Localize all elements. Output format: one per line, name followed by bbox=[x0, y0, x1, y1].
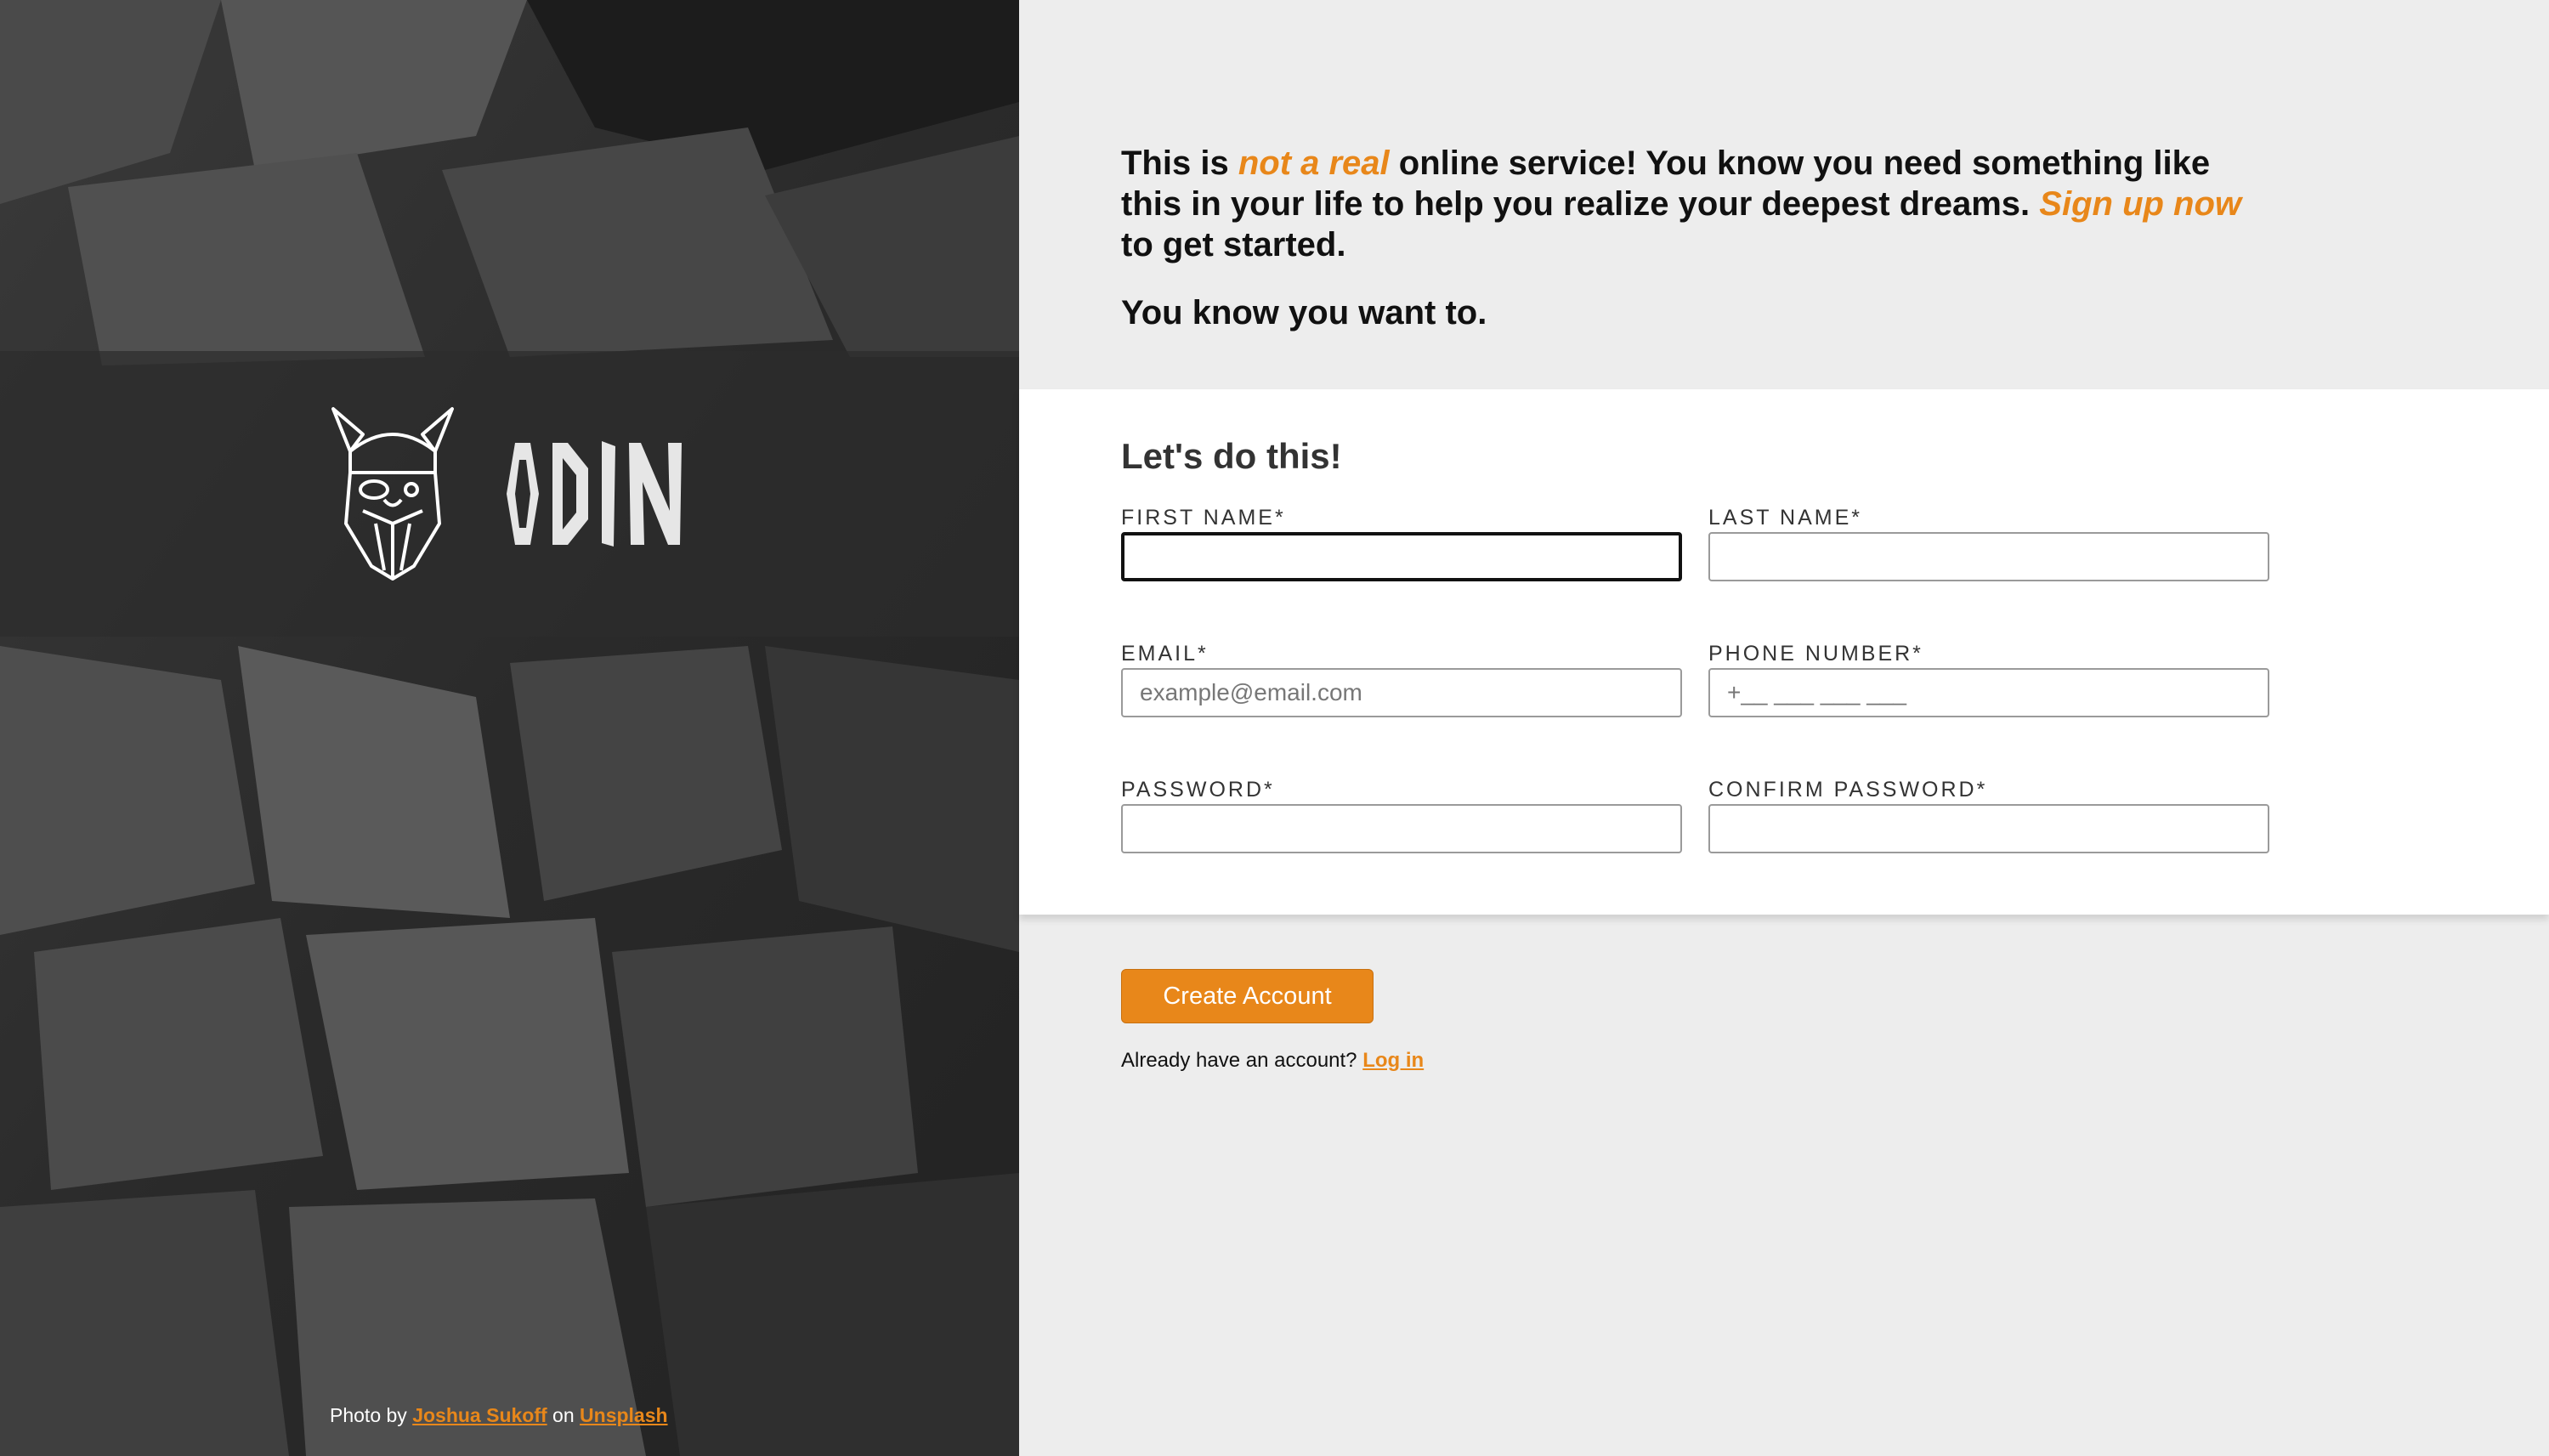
last-name-group: LAST NAME* bbox=[1708, 505, 2269, 581]
email-label: EMAIL* bbox=[1121, 642, 1209, 666]
signup-page: Photo by Joshua Sukoff on Unsplash This … bbox=[0, 0, 2549, 1456]
credit-prefix: Photo by bbox=[330, 1404, 407, 1426]
signup-form-card: Let's do this! FIRST NAME* LAST NAME* EM… bbox=[1019, 389, 2549, 915]
confirm-password-field[interactable] bbox=[1708, 804, 2269, 853]
password-label: PASSWORD* bbox=[1121, 778, 1275, 802]
intro-accent-not-real: not a real bbox=[1238, 144, 1390, 182]
last-name-label: LAST NAME* bbox=[1708, 506, 1862, 530]
phone-label: PHONE NUMBER* bbox=[1708, 642, 1923, 666]
odin-wordmark bbox=[506, 441, 682, 547]
intro-text-1: This is bbox=[1121, 144, 1229, 182]
intro-tagline: You know you want to. bbox=[1121, 294, 1487, 331]
credit-author-link[interactable]: Joshua Sukoff bbox=[412, 1404, 547, 1426]
confirm-password-label: CONFIRM PASSWORD* bbox=[1708, 778, 1988, 802]
viking-helmet-icon bbox=[331, 407, 454, 581]
intro-accent-sign-up: Sign up now bbox=[2039, 185, 2242, 223]
email-group: EMAIL* bbox=[1121, 641, 1682, 717]
form-heading: Let's do this! bbox=[1121, 436, 1342, 476]
login-link[interactable]: Log in bbox=[1362, 1049, 1424, 1072]
last-name-field[interactable] bbox=[1708, 532, 2269, 581]
intro-paragraph: This is not a real online service! You k… bbox=[1121, 143, 2277, 265]
password-field[interactable] bbox=[1121, 804, 1682, 853]
email-field[interactable] bbox=[1121, 668, 1682, 717]
password-group: PASSWORD* bbox=[1121, 777, 1682, 853]
credit-site-link[interactable]: Unsplash bbox=[580, 1404, 668, 1426]
login-prompt-text: Already have an account? bbox=[1121, 1049, 1357, 1072]
form-panel: This is not a real online service! You k… bbox=[1019, 0, 2549, 1456]
credit-middle: on bbox=[552, 1404, 575, 1426]
photo-credit: Photo by Joshua Sukoff on Unsplash bbox=[330, 1404, 668, 1427]
logo-band bbox=[0, 351, 1019, 637]
hero-panel: Photo by Joshua Sukoff on Unsplash bbox=[0, 0, 1019, 1456]
confirm-password-group: CONFIRM PASSWORD* bbox=[1708, 777, 2269, 853]
login-prompt: Already have an account? Log in bbox=[1121, 1049, 1424, 1073]
rock-background-image bbox=[0, 0, 1019, 1456]
intro-text-3: to get started. bbox=[1121, 226, 1346, 263]
phone-group: PHONE NUMBER* bbox=[1708, 641, 2269, 717]
first-name-label: FIRST NAME* bbox=[1121, 506, 1286, 530]
first-name-group: FIRST NAME* bbox=[1121, 505, 1682, 581]
first-name-field[interactable] bbox=[1121, 532, 1682, 581]
phone-field[interactable] bbox=[1708, 668, 2269, 717]
intro-text: This is not a real online service! You k… bbox=[1121, 143, 2277, 360]
create-account-button[interactable]: Create Account bbox=[1121, 969, 1374, 1023]
